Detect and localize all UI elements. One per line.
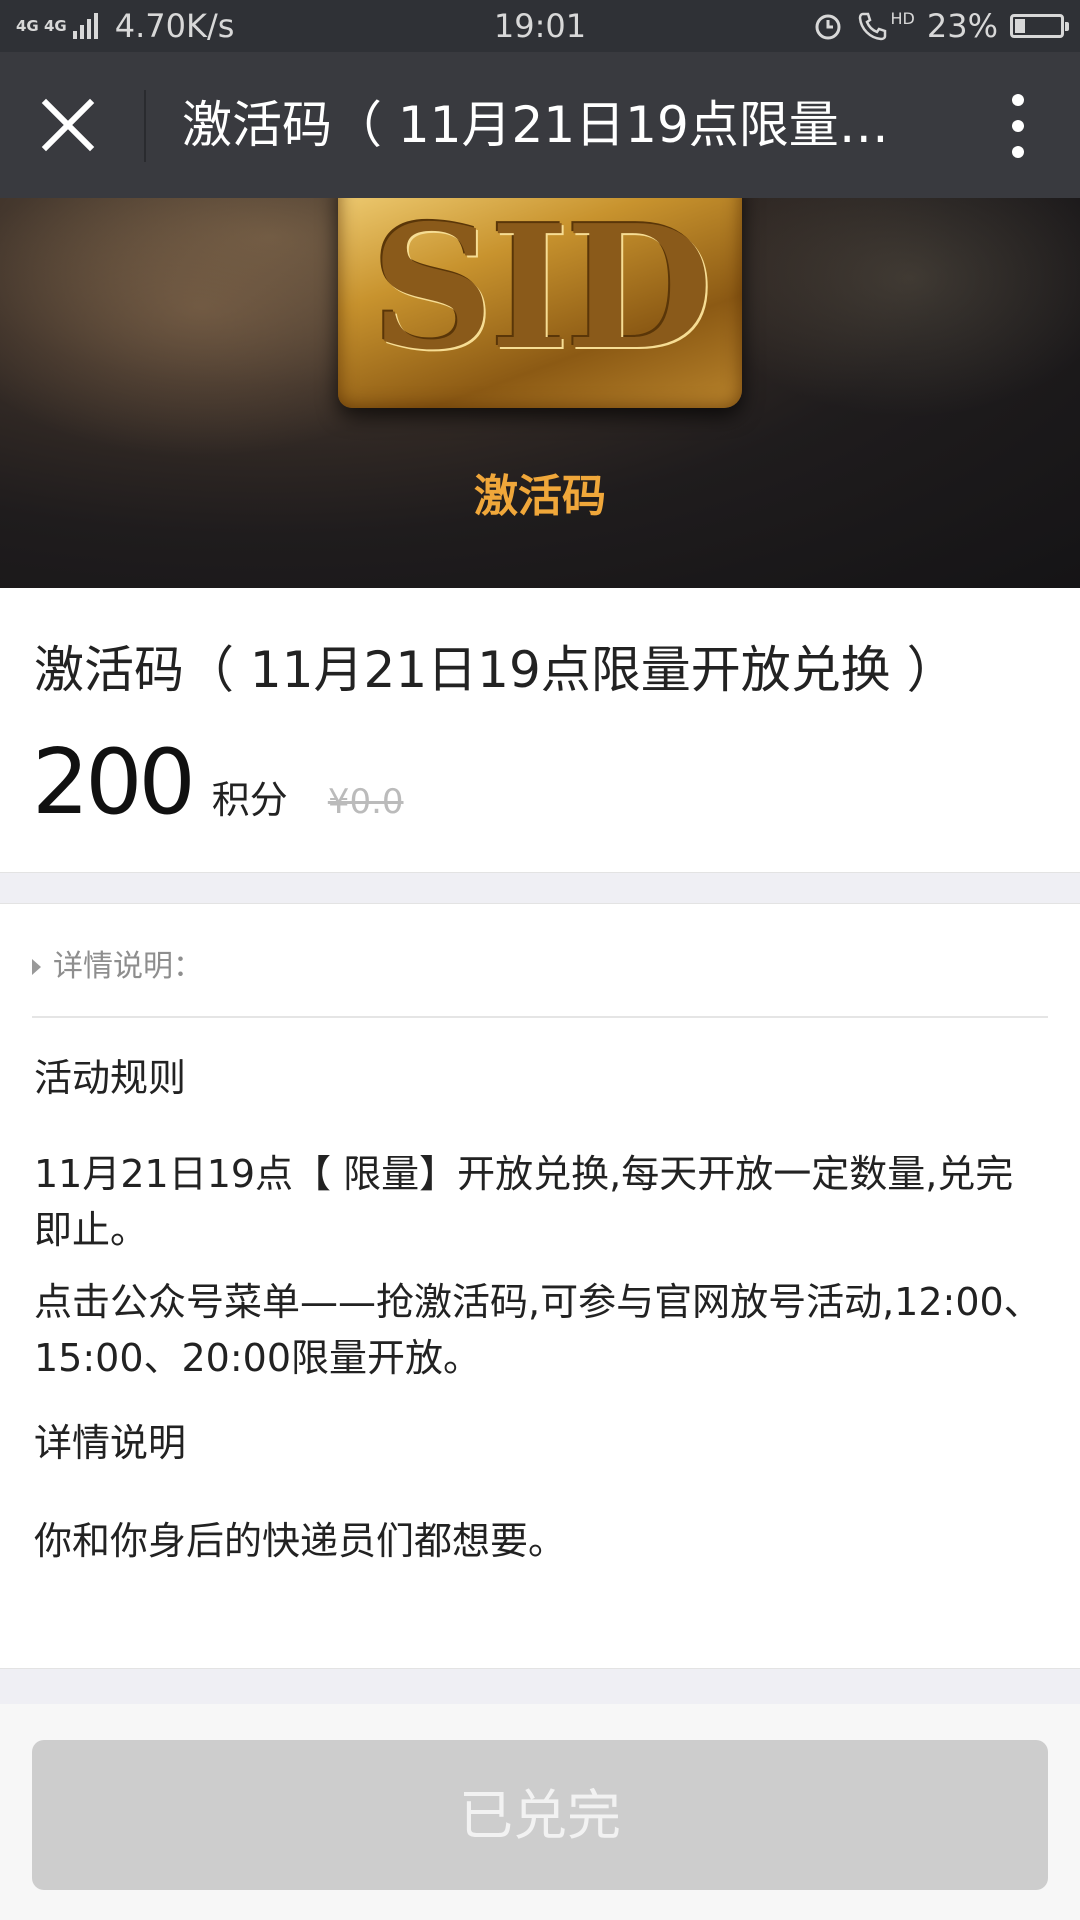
price-row: 200 积分 ¥0.0 xyxy=(32,730,404,835)
rules-title: 活动规则 xyxy=(34,1056,187,1100)
bottom-separator xyxy=(0,1668,1080,1704)
original-price: ¥0.0 xyxy=(327,782,404,822)
battery-percent: 23% xyxy=(926,7,998,45)
nav-bar: 激活码（ 11月21日19点限量… xyxy=(0,52,1080,198)
status-right: HD 23% xyxy=(813,0,1069,52)
more-vertical-icon[interactable] xyxy=(1012,94,1024,158)
status-bar: 4G 4G 4.70K/s 19:01 HD 23% xyxy=(0,0,1080,52)
details-paragraph: 你和你身后的快递员们都想要。 xyxy=(34,1519,567,1563)
page-title: 激活码（ 11月21日19点限量… xyxy=(182,96,889,154)
details-header-label: 详情说明： xyxy=(53,949,203,984)
details-divider xyxy=(32,1016,1048,1018)
details-title: 详情说明 xyxy=(34,1421,187,1465)
bottom-action-bar: 已兑完 xyxy=(0,1704,1080,1920)
rules-paragraph-2: 点击公众号菜单——抢激活码,可参与官网放号活动,12:00、15:00、20:0… xyxy=(34,1280,1042,1380)
game-logo: SID xyxy=(338,198,742,408)
phone-hd-icon xyxy=(858,12,886,41)
close-icon[interactable] xyxy=(40,97,96,153)
hd-label: HD xyxy=(890,9,915,28)
game-logo-text: SID xyxy=(371,198,713,388)
section-separator xyxy=(0,872,1080,904)
redeem-button[interactable]: 已兑完 xyxy=(32,1740,1048,1890)
caret-right-icon xyxy=(32,959,41,975)
points-unit: 积分 xyxy=(211,778,288,822)
banner-label: 激活码 xyxy=(474,471,606,522)
rules-paragraph-1: 11月21日19点【 限量】开放兑换,每天开放一定数量,兑完即止。 xyxy=(34,1152,1014,1252)
alarm-icon xyxy=(815,14,841,40)
battery-icon xyxy=(1010,14,1069,38)
nav-divider xyxy=(144,90,146,162)
details-header: 详情说明： xyxy=(32,938,203,988)
product-banner: SID 激活码 xyxy=(0,198,1080,588)
points-price: 200 xyxy=(32,730,196,835)
product-title: 激活码（ 11月21日19点限量开放兑换 ） xyxy=(34,641,957,699)
